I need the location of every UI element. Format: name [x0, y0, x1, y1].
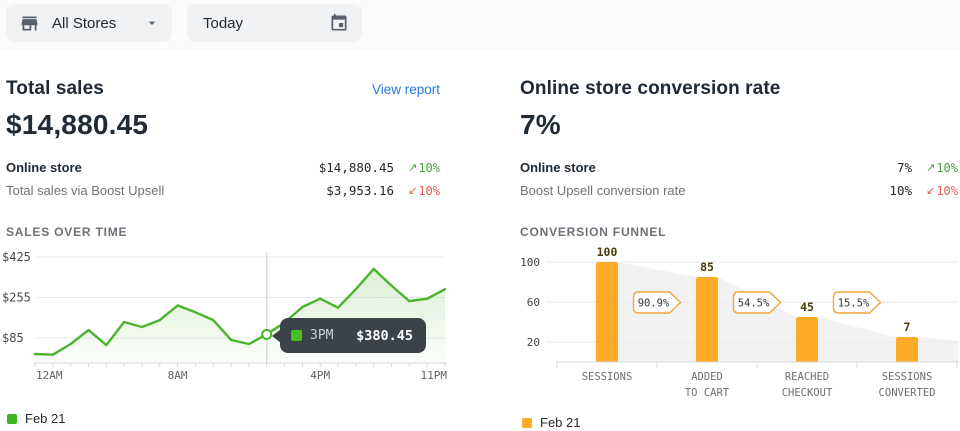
storefront-icon	[19, 13, 40, 34]
funnel-category-label: REACHED	[785, 371, 829, 383]
conversion-header: Online store conversion rate	[520, 78, 960, 98]
funnel-chart-legend: Feb 21	[520, 415, 960, 430]
conversion-big-value: 7%	[520, 110, 960, 140]
total-sales-header: Total sales View report	[6, 78, 446, 98]
delta-badge: ↗10%	[912, 161, 958, 175]
svg-text:20: 20	[527, 336, 540, 349]
hover-marker	[262, 330, 271, 339]
view-report-link[interactable]: View report	[372, 82, 446, 97]
trend-up-icon: ↗	[408, 162, 417, 173]
date-selector-label: Today	[203, 15, 243, 32]
funnel-bar	[696, 277, 718, 362]
svg-text:100: 100	[520, 256, 540, 269]
total-sales-title: Total sales	[6, 78, 104, 100]
store-selector-button[interactable]: All Stores	[6, 4, 172, 42]
legend-swatch-orange	[522, 418, 532, 428]
funnel-category-label: TO CART	[685, 387, 730, 399]
bar-value-label: 7	[904, 320, 911, 334]
svg-text:$85: $85	[2, 331, 24, 345]
funnel-category-label: CONVERTED	[879, 387, 936, 399]
svg-text:11PM: 11PM	[421, 369, 448, 382]
funnel-category-label: SESSIONS	[582, 371, 633, 383]
store-selector-label: All Stores	[52, 15, 116, 32]
conversion-funnel-chart[interactable]: 100 60 20 100 85 45 7 90.9% 54.5% 15.5% SESSIONS AD…	[520, 240, 960, 406]
delta-value: 10%	[418, 161, 440, 175]
tooltip-value: $380.45	[356, 328, 413, 344]
legend-label: Feb 21	[25, 411, 65, 426]
calendar-icon	[329, 13, 349, 33]
bar-value-label: 45	[800, 300, 814, 314]
delta-value: 10%	[418, 184, 440, 198]
row-label: Boost Upsell conversion rate	[520, 183, 685, 198]
conversion-rate-panel: Online store conversion rate 7% Online s…	[520, 70, 960, 430]
total-sales-rows: Online store $14,880.45 ↗10% Total sales…	[6, 156, 446, 202]
funnel-bar	[796, 317, 818, 362]
total-sales-big-value: $14,880.45	[6, 110, 446, 140]
chart-tooltip: 3PM $380.45	[280, 318, 426, 353]
funnel-badge-label: 90.9%	[638, 298, 670, 310]
tooltip-time: 3PM	[310, 328, 333, 343]
trend-down-icon: ↙	[926, 185, 935, 196]
trend-up-icon: ↗	[926, 162, 935, 173]
delta-value: 10%	[936, 184, 958, 198]
funnel-bar	[896, 337, 918, 362]
delta-badge: ↗10%	[394, 161, 440, 175]
row-value: 10%	[889, 183, 912, 198]
topbar: All Stores Today	[0, 0, 960, 50]
metric-row-online-store-rate: Online store 7% ↗10%	[520, 156, 960, 179]
conversion-rows: Online store 7% ↗10% Boost Upsell conver…	[520, 156, 960, 202]
delta-badge: ↙10%	[394, 184, 440, 198]
metric-row-online-store: Online store $14,880.45 ↗10%	[6, 156, 446, 179]
delta-value: 10%	[936, 161, 958, 175]
funnel-badge-label: 54.5%	[738, 298, 770, 310]
delta-badge: ↙10%	[912, 184, 958, 198]
bar-value-label: 100	[597, 245, 618, 259]
legend-swatch-green	[7, 414, 17, 424]
trend-down-icon: ↙	[408, 185, 417, 196]
svg-text:$255: $255	[2, 291, 31, 305]
metric-row-boost-upsell: Total sales via Boost Upsell $3,953.16 ↙…	[6, 179, 446, 202]
chevron-down-icon	[144, 15, 160, 31]
svg-text:8AM: 8AM	[168, 369, 188, 382]
row-label: Total sales via Boost Upsell	[6, 183, 164, 198]
sales-chart-legend: Feb 21	[6, 411, 446, 426]
sales-over-time-heading: SALES OVER TIME	[6, 225, 446, 239]
conversion-funnel-heading: CONVERSION FUNNEL	[520, 225, 960, 239]
bar-value-label: 85	[700, 260, 714, 274]
series-swatch	[291, 330, 302, 341]
svg-text:$425: $425	[2, 250, 31, 264]
funnel-bar	[596, 262, 618, 362]
svg-text:12AM: 12AM	[36, 369, 63, 382]
date-selector-button[interactable]: Today	[187, 4, 362, 42]
funnel-category-label: ADDED	[691, 371, 723, 383]
funnel-badge-label: 15.5%	[838, 298, 870, 310]
funnel-category-label: CHECKOUT	[782, 387, 833, 399]
svg-text:4PM: 4PM	[310, 369, 330, 382]
row-value: $3,953.16	[326, 183, 394, 198]
total-sales-panel: Total sales View report $14,880.45 Onlin…	[6, 70, 446, 426]
row-label: Online store	[6, 160, 82, 175]
row-label: Online store	[520, 160, 596, 175]
row-value: 7%	[897, 160, 912, 175]
legend-label: Feb 21	[540, 415, 580, 430]
conversion-title: Online store conversion rate	[520, 78, 780, 100]
metric-row-boost-upsell-rate: Boost Upsell conversion rate 10% ↙10%	[520, 179, 960, 202]
row-value: $14,880.45	[319, 160, 394, 175]
funnel-category-label: SESSIONS	[882, 371, 933, 383]
svg-text:60: 60	[527, 296, 540, 309]
